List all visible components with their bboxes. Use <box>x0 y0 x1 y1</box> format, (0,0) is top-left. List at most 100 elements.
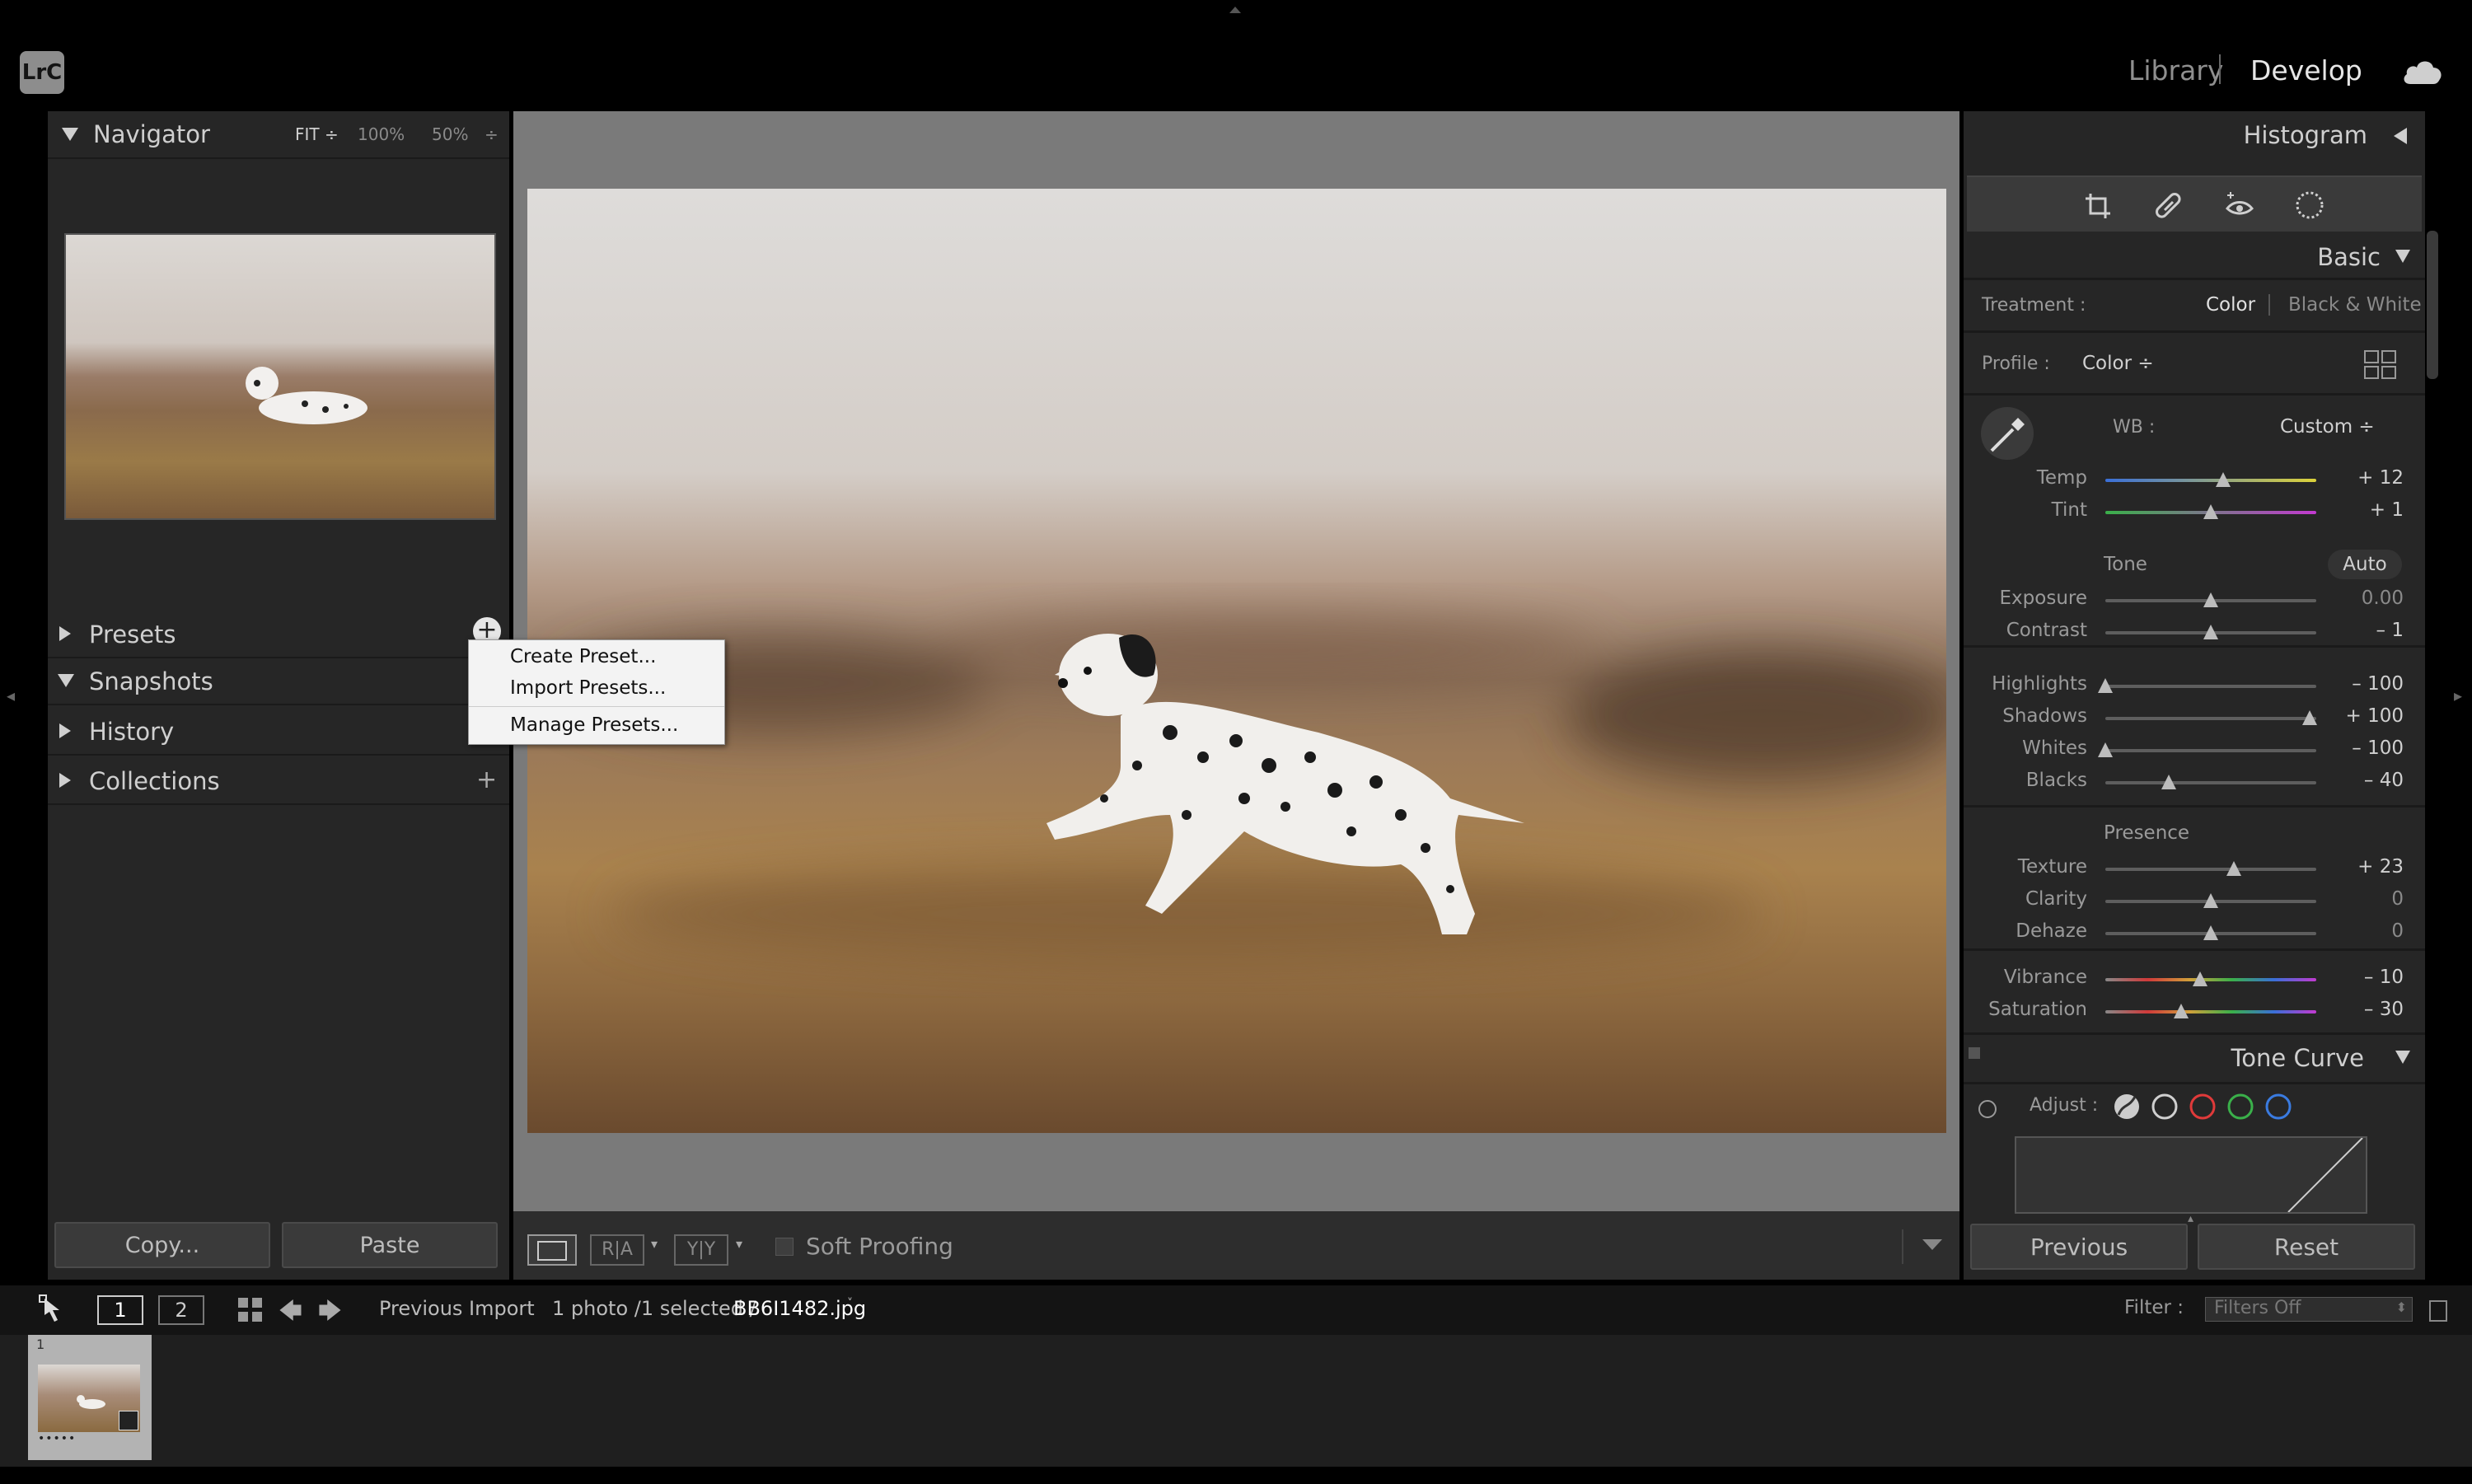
slider-value-blacks[interactable]: – 40 <box>2329 770 2404 791</box>
collapse-triangle-icon[interactable] <box>62 128 78 141</box>
tone-curve-collapse-icon[interactable] <box>2395 1051 2410 1064</box>
slider-thumb-blacks[interactable] <box>2161 775 2176 789</box>
slider-value-exposure[interactable]: 0.00 <box>2329 588 2404 609</box>
slider-thumb-texture[interactable] <box>2226 861 2242 876</box>
zoom-100[interactable]: 100% <box>358 124 405 144</box>
filter-lock-icon[interactable] <box>2429 1300 2447 1322</box>
filter-dropdown[interactable]: Filters Off ⬍ <box>2205 1297 2413 1322</box>
slider-value-contrast[interactable]: – 1 <box>2329 620 2404 641</box>
history-header[interactable]: History <box>48 708 509 756</box>
back-arrow-icon[interactable]: 🡄 <box>279 1294 302 1333</box>
slider-value-texture[interactable]: + 23 <box>2329 856 2404 878</box>
menu-item-manage-presets[interactable]: Manage Presets... <box>510 714 678 736</box>
snapshots-header[interactable]: Snapshots <box>48 658 509 705</box>
slider-value-saturation[interactable]: – 30 <box>2329 999 2404 1020</box>
slider-track-whites[interactable] <box>2105 749 2316 752</box>
slider-value-highlights[interactable]: – 100 <box>2329 673 2404 695</box>
slider-thumb-highlights[interactable] <box>2098 678 2113 693</box>
tone-curve-toggle[interactable] <box>1969 1047 1980 1059</box>
zoom-more[interactable]: ÷ <box>485 124 499 144</box>
slider-track-shadows[interactable] <box>2105 717 2316 720</box>
paste-button[interactable]: Paste <box>282 1222 498 1268</box>
left-panel-toggle-icon[interactable]: ◂ <box>7 686 15 705</box>
main-photo[interactable] <box>527 189 1946 1133</box>
red-curve-icon[interactable] <box>2189 1093 2216 1120</box>
menu-item-create-preset[interactable]: Create Preset... <box>510 646 656 667</box>
blue-curve-icon[interactable] <box>2265 1093 2292 1120</box>
slider-track-highlights[interactable] <box>2105 685 2316 688</box>
collections-header[interactable]: Collections + <box>48 757 509 805</box>
expand-triangle-icon[interactable] <box>59 723 71 738</box>
slider-value-clarity[interactable]: 0 <box>2329 888 2404 910</box>
parametric-curve-icon[interactable] <box>2114 1094 2139 1119</box>
slider-track-blacks[interactable] <box>2105 781 2316 784</box>
targeted-adjust-icon[interactable] <box>1978 1100 1997 1118</box>
right-panel-toggle-icon[interactable]: ▸ <box>2454 686 2462 705</box>
reset-button[interactable]: Reset <box>2198 1224 2415 1270</box>
slider-thumb-clarity[interactable] <box>2203 893 2218 908</box>
module-library[interactable]: Library <box>2128 54 2223 87</box>
slider-track-temp[interactable] <box>2105 479 2316 482</box>
slider-value-shadows[interactable]: + 100 <box>2329 705 2404 727</box>
filmstrip-cell-selected[interactable]: 1 ••••• <box>28 1335 152 1460</box>
yy-dropdown-icon[interactable]: ▾ <box>736 1236 742 1252</box>
before-after-yy-button[interactable]: Y|Y <box>674 1234 728 1266</box>
slider-value-dehaze[interactable]: 0 <box>2329 920 2404 942</box>
tone-curve-title: Tone Curve <box>2231 1044 2364 1072</box>
filename[interactable]: BB6I1482.jpg <box>733 1297 866 1320</box>
view-1-button[interactable]: 1 <box>97 1295 143 1325</box>
loupe-view-button[interactable] <box>527 1234 577 1266</box>
ra-dropdown-icon[interactable]: ▾ <box>651 1236 658 1252</box>
cloud-icon[interactable] <box>2402 58 2443 89</box>
slider-thumb-tint[interactable] <box>2203 504 2218 519</box>
slider-thumb-contrast[interactable] <box>2203 625 2218 639</box>
green-curve-icon[interactable] <box>2227 1093 2254 1120</box>
auto-button[interactable]: Auto <box>2328 550 2402 579</box>
zoom-50[interactable]: 50% <box>432 124 468 144</box>
view-2-button[interactable]: 2 <box>158 1295 204 1325</box>
slider-value-vibrance[interactable]: – 10 <box>2329 967 2404 988</box>
forward-arrow-icon[interactable]: 🡆 <box>318 1294 342 1333</box>
filmstrip-thumbnail[interactable] <box>38 1365 140 1432</box>
slider-thumb-dehaze[interactable] <box>2203 925 2218 940</box>
slider-thumb-temp[interactable] <box>2216 472 2231 487</box>
slider-thumb-exposure[interactable] <box>2203 592 2218 607</box>
expand-triangle-icon[interactable] <box>59 626 71 641</box>
before-after-ra-button[interactable]: R|A <box>590 1234 644 1266</box>
navigator-preview[interactable] <box>64 233 496 520</box>
rgb-curve-icon[interactable] <box>2151 1093 2178 1120</box>
copy-button[interactable]: Copy... <box>54 1222 270 1268</box>
presets-header[interactable]: Presets + <box>48 611 509 658</box>
slider-value-tint[interactable]: + 1 <box>2329 499 2404 521</box>
slider-track-texture[interactable] <box>2105 868 2316 871</box>
slider-thumb-saturation[interactable] <box>2174 1004 2189 1018</box>
filename-dropdown[interactable]: ˅ <box>847 1297 853 1310</box>
slider-label-temp: Temp <box>2036 467 2087 489</box>
menu-item-import-presets[interactable]: Import Presets... <box>510 677 666 699</box>
slider-value-temp[interactable]: + 12 <box>2329 467 2404 489</box>
filmstrip-rating[interactable]: ••••• <box>38 1432 76 1445</box>
source-label[interactable]: Previous Import <box>379 1297 535 1320</box>
module-develop[interactable]: Develop <box>2250 54 2362 87</box>
tone-curve-graph[interactable] <box>2015 1136 2367 1214</box>
secondary-display-icon[interactable] <box>38 1294 66 1327</box>
collapse-top-panel-icon[interactable] <box>1229 7 1241 13</box>
slider-track-vibrance[interactable] <box>2105 978 2316 981</box>
slider-value-whites[interactable]: – 100 <box>2329 737 2404 759</box>
toolbar-options-icon[interactable] <box>1922 1239 1942 1250</box>
slider-thumb-whites[interactable] <box>2098 742 2113 757</box>
add-collection-icon[interactable]: + <box>476 765 497 794</box>
slider-label-clarity: Clarity <box>2025 888 2087 910</box>
right-panel-scrollbar[interactable] <box>2427 231 2438 379</box>
slider-track-saturation[interactable] <box>2105 1010 2316 1014</box>
zoom-fit[interactable]: FIT ÷ <box>295 124 339 144</box>
slider-thumb-vibrance[interactable] <box>2193 971 2208 986</box>
previous-button[interactable]: Previous <box>1970 1224 2188 1270</box>
expand-triangle-icon[interactable] <box>59 773 71 788</box>
slider-thumb-shadows[interactable] <box>2302 710 2318 725</box>
slider-label-shadows: Shadows <box>2002 705 2087 727</box>
collapse-triangle-icon[interactable] <box>58 674 74 687</box>
navigator-header[interactable]: Navigator FIT ÷ 100% 50% ÷ <box>48 111 509 159</box>
soft-proofing-checkbox[interactable] <box>775 1238 794 1256</box>
grid-view-icon[interactable] <box>237 1297 264 1323</box>
